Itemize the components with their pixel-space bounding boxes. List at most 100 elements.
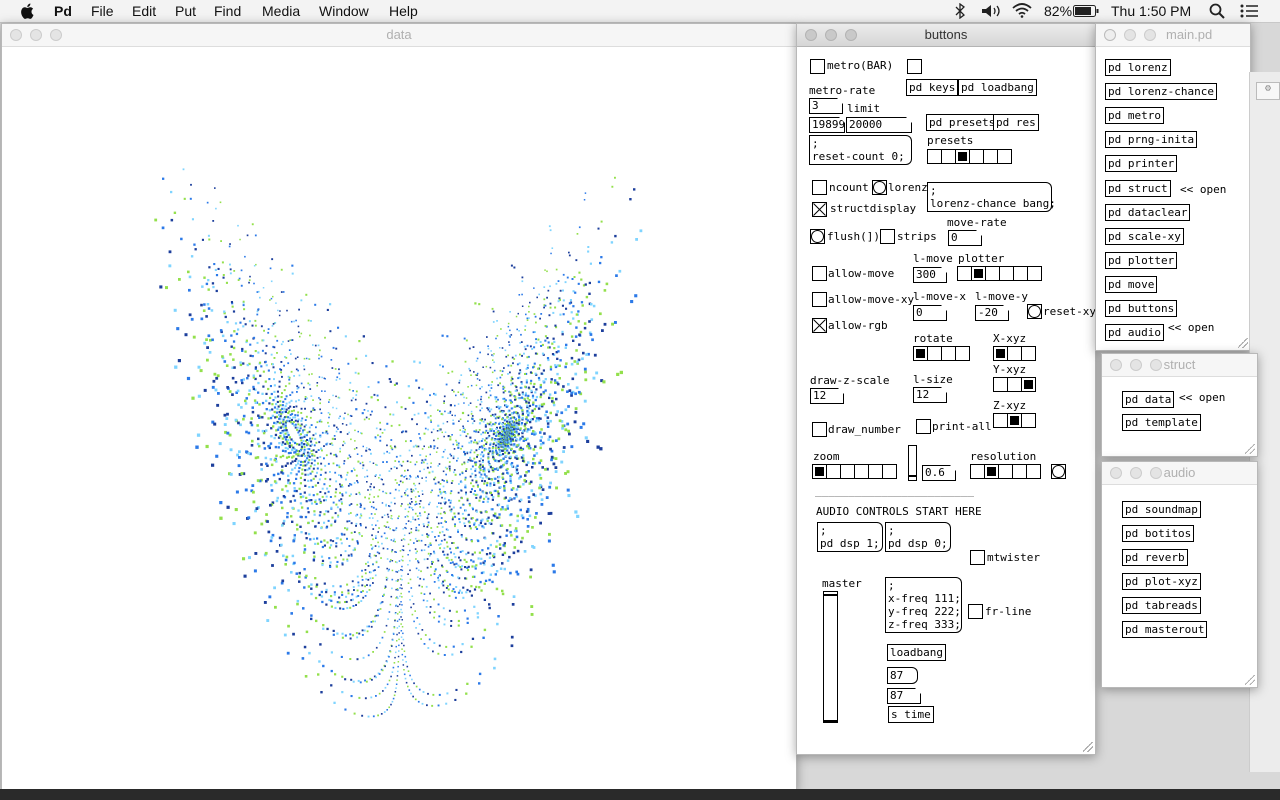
count-number[interactable]: 19899 [809, 117, 845, 133]
notification-list-icon[interactable] [1240, 4, 1258, 18]
limit-number[interactable]: 20000 [846, 117, 912, 133]
pd-data-object[interactable]: pd data [1122, 391, 1175, 408]
radio-cell[interactable] [984, 464, 999, 479]
radio-cell[interactable] [941, 149, 956, 164]
radio-cell[interactable] [969, 149, 984, 164]
radio-cell[interactable] [998, 464, 1013, 479]
audio-object-pd-masterout[interactable]: pd masterout [1122, 621, 1208, 638]
radio-cell[interactable] [1013, 266, 1028, 281]
radio-cell[interactable] [882, 464, 897, 479]
mtwister-toggle[interactable] [970, 550, 985, 565]
pd-loadbang-object[interactable]: pd loadbang [958, 79, 1037, 96]
radio-cell[interactable] [971, 266, 986, 281]
zoom-button[interactable] [1150, 359, 1162, 371]
struct-titlebar[interactable]: struct [1102, 354, 1257, 377]
resize-handle[interactable] [1245, 444, 1255, 454]
time-message[interactable]: 87 [887, 667, 918, 684]
main-object-pd-prng-inita[interactable]: pd prng-inita [1105, 131, 1198, 149]
allow-rgb-toggle[interactable] [812, 318, 827, 333]
resolution-radio[interactable] [970, 464, 1041, 479]
radio-cell[interactable] [997, 149, 1012, 164]
metro-toggle[interactable] [810, 59, 825, 74]
pd-res-object[interactable]: pd res [993, 114, 1039, 131]
reset-xy-bang[interactable] [1027, 304, 1042, 319]
zoom-button[interactable] [50, 29, 62, 41]
structdisplay-toggle[interactable] [812, 202, 827, 217]
close-button[interactable] [1110, 359, 1122, 371]
radio-cell[interactable] [812, 464, 827, 479]
l-move-y-number[interactable]: -20 [975, 305, 1009, 321]
buttons-window-titlebar[interactable]: buttons [797, 24, 1095, 47]
zoom-button[interactable] [1150, 467, 1162, 479]
zoom-number[interactable]: 0.6 [922, 465, 956, 481]
search-icon[interactable] [1209, 3, 1225, 19]
menu-file[interactable]: File [91, 3, 114, 19]
ncount-toggle[interactable] [812, 180, 827, 195]
radio-cell[interactable] [1012, 464, 1027, 479]
main-object-pd-move[interactable]: pd move [1105, 275, 1158, 293]
radio-cell[interactable] [840, 464, 855, 479]
master-volume-slider[interactable] [823, 591, 838, 723]
radio-cell[interactable] [957, 266, 972, 281]
resize-handle[interactable] [1245, 675, 1255, 685]
fr-line-toggle[interactable] [968, 604, 983, 619]
dsp-on-message[interactable]: ; pd dsp 1; [817, 522, 883, 552]
radio-cell[interactable] [927, 149, 942, 164]
main-object-pd-plotter[interactable]: pd plotter [1105, 251, 1178, 269]
main-object-pd-lorenz[interactable]: pd lorenz [1105, 59, 1171, 76]
radio-cell[interactable] [1026, 464, 1041, 479]
resolution-bang[interactable] [1051, 464, 1066, 479]
bluetooth-icon[interactable] [954, 3, 966, 19]
menu-help[interactable]: Help [389, 3, 418, 19]
zoom-slider[interactable] [908, 445, 917, 481]
radio-cell[interactable] [1007, 346, 1022, 361]
radio-cell[interactable] [983, 149, 998, 164]
radio-cell[interactable] [993, 346, 1008, 361]
z-xyz-radio[interactable] [993, 413, 1036, 428]
radio-cell[interactable] [999, 266, 1014, 281]
main-object-pd-struct[interactable]: pd struct [1105, 179, 1171, 197]
volume-icon[interactable] [981, 4, 1003, 18]
radio-cell[interactable] [955, 149, 970, 164]
lorenz-bang[interactable] [872, 180, 887, 195]
y-xyz-radio[interactable] [993, 377, 1036, 392]
menu-put[interactable]: Put [175, 3, 196, 19]
radio-cell[interactable] [868, 464, 883, 479]
main-object-pd-lorenz-chance[interactable]: pd lorenz-chance [1105, 83, 1217, 101]
dsp-off-message[interactable]: ; pd dsp 0; [885, 522, 951, 552]
main-pd-titlebar[interactable]: main.pd [1096, 24, 1250, 47]
apple-icon[interactable] [20, 2, 36, 20]
strips-toggle[interactable] [880, 229, 895, 244]
allow-move-xy-toggle[interactable] [812, 292, 827, 307]
audio-object-pd-tabreads[interactable]: pd tabreads [1122, 597, 1201, 614]
pd-presets-object[interactable]: pd presets [926, 114, 999, 131]
wifi-icon[interactable] [1012, 3, 1032, 18]
radio-cell[interactable] [1021, 413, 1036, 428]
plotter-radio[interactable] [957, 266, 1042, 281]
radio-cell[interactable] [854, 464, 869, 479]
radio-cell[interactable] [913, 346, 928, 361]
pd-template-object[interactable]: pd template [1122, 414, 1201, 431]
rotate-radio[interactable] [913, 346, 970, 361]
send-time-object[interactable]: s time [888, 706, 934, 723]
l-move-x-number[interactable]: 0 [913, 305, 947, 321]
radio-cell[interactable] [985, 266, 1000, 281]
menu-clock[interactable]: Thu 1:50 PM [1111, 3, 1191, 19]
resize-handle[interactable] [1238, 338, 1248, 348]
radio-cell[interactable] [1007, 413, 1022, 428]
main-object-pd-metro[interactable]: pd metro [1105, 107, 1164, 125]
audio-object-pd-reverb[interactable]: pd reverb [1122, 549, 1188, 566]
close-button[interactable] [1110, 467, 1122, 479]
main-object-pd-buttons[interactable]: pd buttons [1105, 300, 1178, 317]
lorenz-chance-message[interactable]: ; lorenz-chance bang; [927, 182, 1056, 212]
zoom-radio[interactable] [812, 464, 897, 479]
radio-cell[interactable] [1007, 377, 1022, 392]
radio-cell[interactable] [826, 464, 841, 479]
radio-cell[interactable] [941, 346, 956, 361]
main-object-pd-audio[interactable]: pd audio [1105, 324, 1164, 342]
zoom-button[interactable] [1144, 29, 1156, 41]
l-size-number[interactable]: 12 [913, 387, 947, 403]
gear-icon[interactable]: ⚙ [1256, 82, 1280, 100]
loadbang-object[interactable]: loadbang [887, 644, 946, 661]
audio-titlebar[interactable]: audio [1102, 462, 1257, 485]
